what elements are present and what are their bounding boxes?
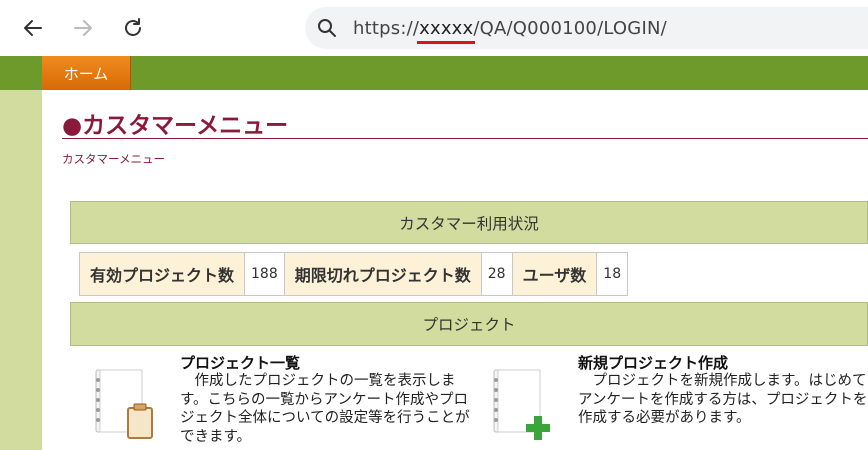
project-list-title[interactable]: プロジェクト一覧 [180, 352, 300, 373]
reload-icon [125, 18, 141, 36]
search-icon [318, 19, 336, 37]
url-path: /QA/Q000100/LOGIN/ [473, 17, 667, 39]
project-list-description: 作成したプロジェクトの一覧を表示します。こちらの一覧からアンケート作成やプロジェ… [180, 373, 470, 445]
page-title: ●カスタマーメニュー [62, 113, 289, 139]
browser-toolbar: https://xxxxx/QA/Q000100/LOGIN/ [0, 0, 868, 56]
reload-button[interactable] [113, 8, 153, 48]
users-value: 18 [597, 253, 628, 295]
arrow-right-icon [74, 20, 92, 36]
new-project-title[interactable]: 新規プロジェクト作成 [578, 352, 728, 373]
active-projects-label: 有効プロジェクト数 [80, 253, 246, 295]
expired-projects-label: 期限切れプロジェクト数 [284, 253, 482, 295]
new-project-description: プロジェクトを新規作成します。はじめてアンケートを作成する方は、プロジェクトを作… [578, 373, 868, 426]
home-tab[interactable]: ホーム [42, 56, 131, 90]
url-masked-host: xxxxx [419, 17, 474, 39]
back-button[interactable] [13, 8, 53, 48]
usage-section-header: カスタマー利用状況 [70, 201, 868, 244]
arrow-left-icon [24, 20, 42, 36]
url-prefix: https:// [353, 17, 420, 39]
users-label: ユーザ数 [512, 253, 598, 295]
project-section-header: プロジェクト [70, 302, 868, 346]
breadcrumb: カスタマーメニュー [62, 152, 166, 166]
expired-projects-value: 28 [481, 253, 513, 295]
notebook-clipboard-icon[interactable] [90, 362, 160, 442]
forward-button[interactable] [63, 8, 103, 48]
left-sidebar-strip [0, 90, 42, 450]
title-divider [62, 138, 868, 139]
address-bar[interactable]: https://xxxxx/QA/Q000100/LOGIN/ [305, 7, 868, 49]
usage-stats-table: 有効プロジェクト数 188 期限切れプロジェクト数 28 ユーザ数 18 [79, 252, 629, 296]
notebook-add-icon[interactable] [488, 362, 558, 442]
url-text: https://xxxxx/QA/Q000100/LOGIN/ [353, 18, 667, 39]
active-projects-value: 188 [245, 253, 285, 295]
